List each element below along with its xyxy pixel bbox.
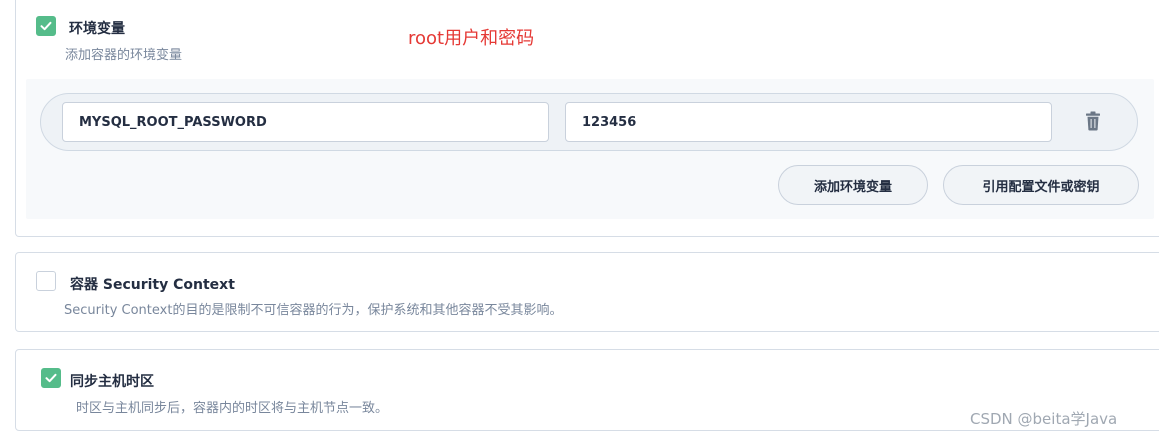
annotation-text: root用户和密码 — [408, 28, 535, 49]
checkmark-icon — [45, 373, 57, 383]
env-variables-checkbox[interactable] — [36, 16, 56, 36]
security-context-checkbox[interactable] — [36, 271, 56, 291]
security-context-title: 容器 Security Context — [70, 277, 235, 293]
env-variables-description: 添加容器的环境变量 — [65, 48, 183, 63]
security-context-card: 容器 Security Context Security Context的目的是… — [15, 252, 1159, 332]
env-variables-panel: MYSQL_ROOT_PASSWORD 123456 添加环境变量 引用配置文件… — [26, 79, 1154, 219]
sync-timezone-checkbox[interactable] — [41, 368, 61, 388]
env-variable-row: MYSQL_ROOT_PASSWORD 123456 — [40, 93, 1138, 151]
sync-timezone-description: 时区与主机同步后，容器内的时区将与主机节点一致。 — [76, 401, 389, 416]
reference-config-or-secret-button[interactable]: 引用配置文件或密钥 — [943, 165, 1139, 205]
trash-icon — [1086, 111, 1100, 131]
env-variables-card: 环境变量 添加容器的环境变量 root用户和密码 MYSQL_ROOT_PASS… — [15, 0, 1159, 237]
add-env-variable-button[interactable]: 添加环境变量 — [778, 165, 928, 205]
env-variables-title: 环境变量 — [69, 21, 125, 37]
env-key-input[interactable]: MYSQL_ROOT_PASSWORD — [62, 102, 549, 142]
sync-timezone-title: 同步主机时区 — [70, 374, 154, 390]
security-context-description: Security Context的目的是限制不可信容器的行为，保护系统和其他容器… — [64, 303, 563, 318]
checkmark-icon — [40, 21, 52, 31]
env-value-input[interactable]: 123456 — [565, 102, 1052, 142]
delete-variable-button[interactable] — [1084, 110, 1102, 132]
watermark: CSDN @beita学Java — [970, 410, 1118, 428]
